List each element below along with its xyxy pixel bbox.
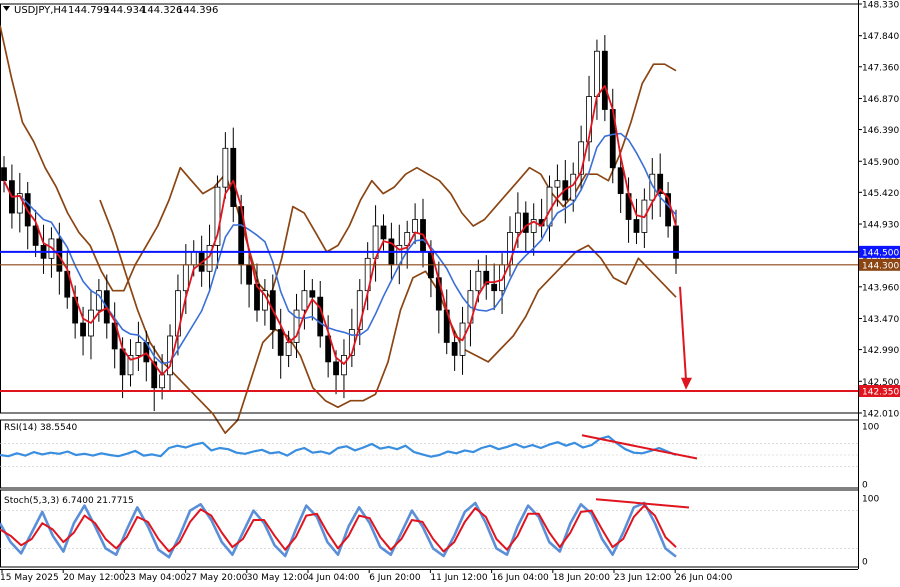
header-high: 144.934 [104,5,145,16]
time-tick-label: 4 Jun 04:00 [308,573,360,583]
panel-frame [0,3,859,414]
rsi-line [0,435,677,458]
candle-body [190,251,197,266]
price-tick-label: 145.900 [862,158,899,168]
candle-body [412,219,419,233]
candle-body [309,290,316,298]
stoch-signal-line [0,504,677,553]
time-tick-label: 26 Jun 04:00 [675,573,732,583]
forecast-arrow-shaft [679,286,687,380]
candle-body [159,374,166,389]
time-tick-label: 16 Jun 04:00 [492,573,549,583]
candle-body [277,329,284,356]
rsi-tick-label: 0 [862,481,868,491]
level-label: 144.500 [862,248,899,258]
candle-body [246,264,252,285]
time-tick-label: 23 May 04:00 [124,573,186,583]
candle-body [230,147,237,207]
header-close: 144.396 [177,5,218,16]
candle-body [182,264,189,292]
rsi-divergence-line [581,434,698,460]
price-tick-label: 146.870 [862,95,899,105]
price-tick-label: 143.470 [862,315,899,325]
candle-body [633,219,640,233]
level-label: 144.300 [862,261,899,271]
candle-body [451,342,458,356]
price-tick-label: 142.990 [862,346,899,356]
price-tick-label: 146.390 [862,126,899,136]
bollinger-upper-band [0,25,677,299]
candle-body [554,180,561,188]
candle-body [119,348,126,376]
time-tick-label: 20 May 12:00 [63,573,125,583]
candle-body [673,225,679,259]
candle-body [333,361,339,376]
candle-body [380,225,387,240]
level-label: 142.350 [862,387,899,397]
candle-body [80,322,86,337]
rsi-tick-label: 100 [862,423,879,433]
stoch-tick-label: 100 [862,495,879,505]
price-tick-label: 142.010 [862,410,899,420]
bollinger-lower-band [99,199,677,434]
forecast-arrow-head [681,377,692,390]
price-tick-label: 148.330 [862,1,899,11]
candle-body [475,270,482,292]
time-tick-label: 6 Jun 20:00 [369,573,421,583]
candle-body [341,355,347,376]
price-tick-label: 144.930 [862,221,899,231]
time-tick-label: 27 May 20:00 [186,573,248,583]
price-tick-label: 147.360 [862,63,899,73]
candle-body [570,173,577,201]
time-tick-label: 18 Jun 20:00 [553,573,610,583]
candle-body [285,342,292,356]
time-tick-label: 11 Jun 12:00 [430,573,487,583]
chart-canvas: 148.330 147.840 147.360 146.870 146.390 145.9… [0,0,900,583]
rsi-panel: 100 0 [0,419,879,491]
candle-body [617,167,624,195]
candle-body [594,50,600,97]
rsi-title: RSI(14) 38.5540 [4,423,77,433]
stoch-title: Stoch(5,3,3) 6.7400 21.7715 [4,496,134,506]
time-tick-label: 23 Jun 12:00 [614,573,671,583]
header-symbol: USDJPY,H4 [14,5,67,16]
dropdown-arrow-icon[interactable] [3,6,10,11]
price-tick-label: 145.420 [862,189,899,199]
moving-average-slow [3,132,677,365]
price-tick-label: 143.960 [862,283,899,293]
candle-body [514,212,521,233]
price-panel: 148.330 147.840 147.360 146.870 146.390 145.9… [0,1,900,434]
candle-body [491,283,498,292]
candle-body [1,167,7,182]
time-tick-label: 15 May 2025 [0,573,59,583]
candle-body [135,342,142,356]
candle-body [317,296,324,337]
price-tick-label: 147.840 [862,32,899,42]
time-tick-label: 30 May 12:00 [247,573,309,583]
candle-body [601,50,608,110]
candle-body [222,147,229,188]
candle-body [301,290,308,311]
stoch-tick-label: 0 [862,558,868,568]
